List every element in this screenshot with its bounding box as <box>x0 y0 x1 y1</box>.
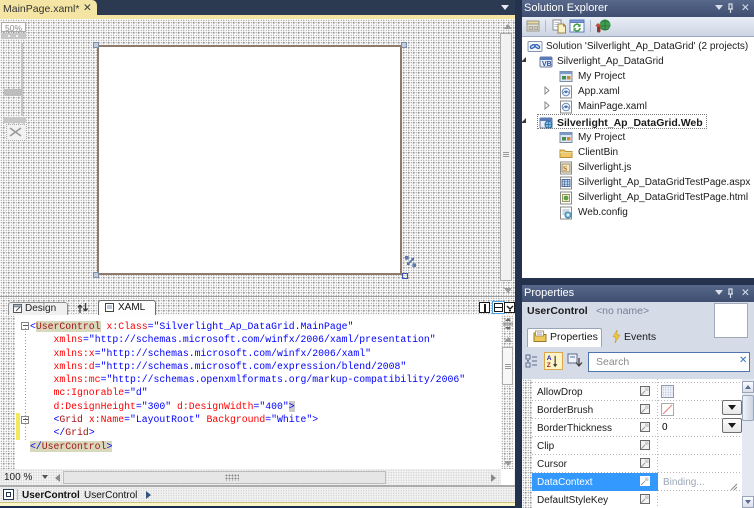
svg-text:S: S <box>563 164 567 173</box>
svg-text:VB: VB <box>542 61 552 68</box>
svg-text:Z: Z <box>547 362 551 369</box>
svg-text:A: A <box>547 355 552 362</box>
